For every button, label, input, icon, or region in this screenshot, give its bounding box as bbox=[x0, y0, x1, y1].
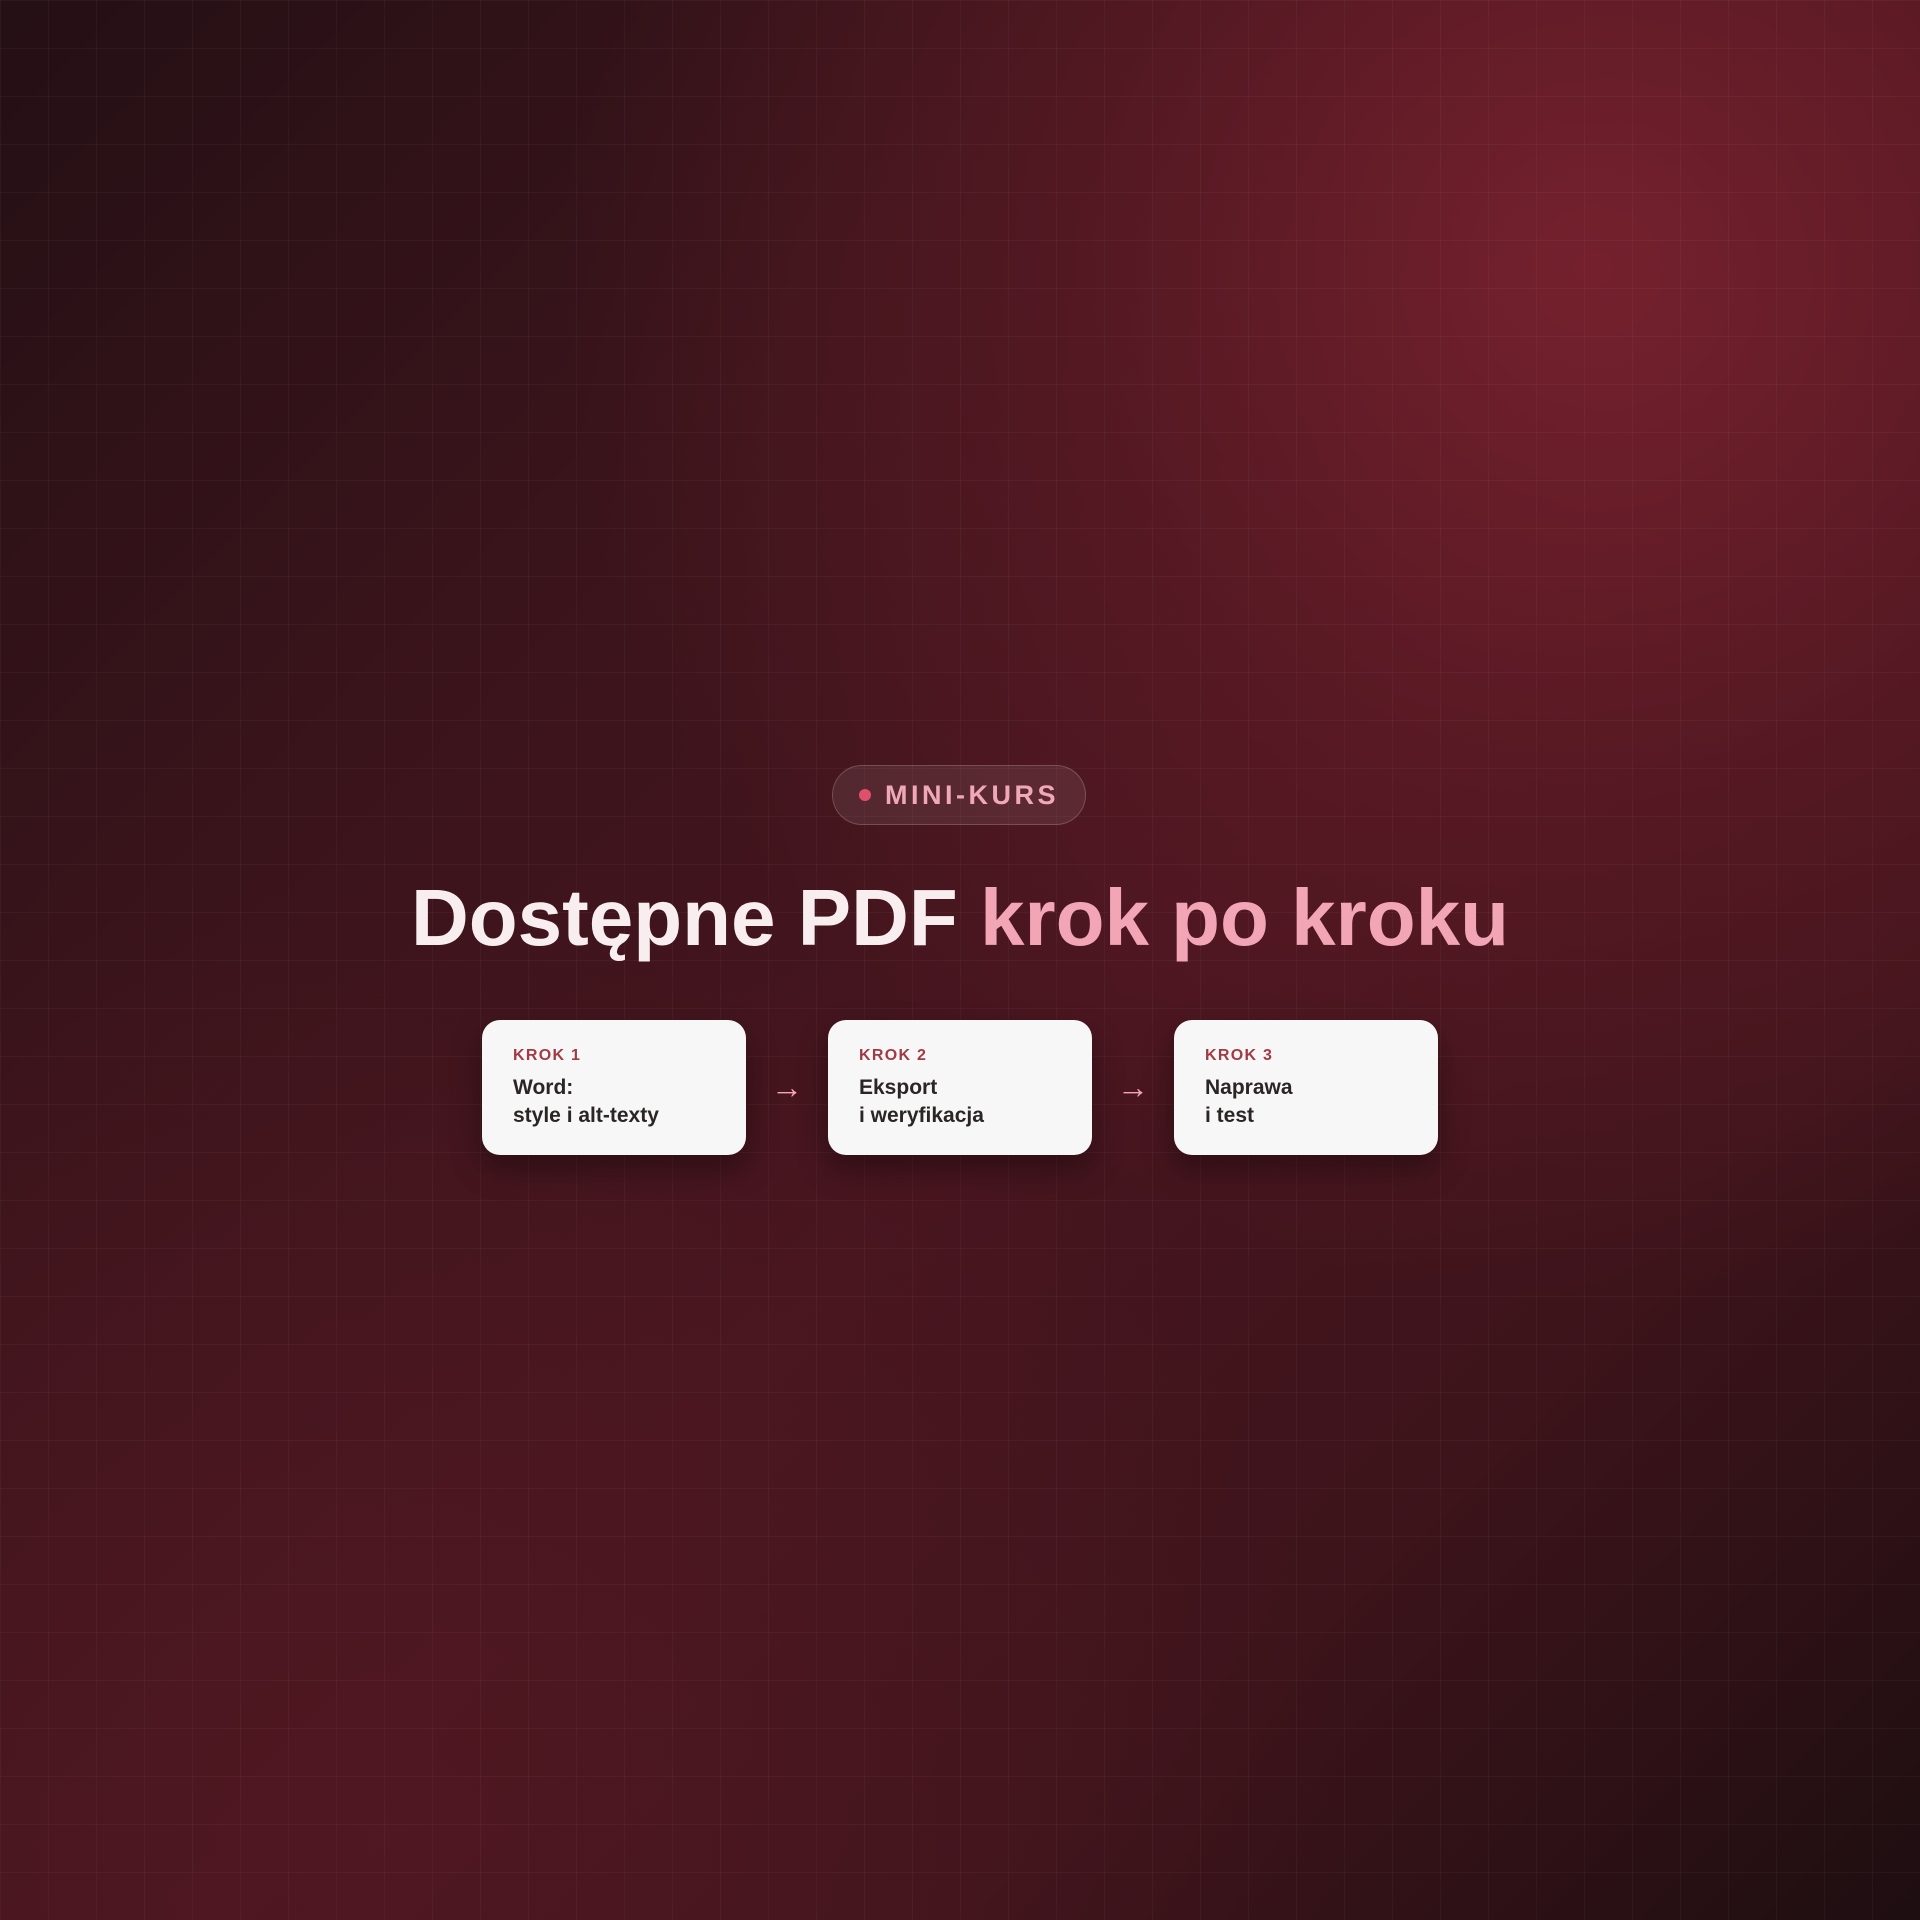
step-card-1: KROK 1 Word: style i alt-texty bbox=[482, 1020, 746, 1155]
step-number: KROK 2 bbox=[859, 1047, 928, 1064]
step-title-line-2: style i alt-texty bbox=[513, 1104, 659, 1127]
step-number: KROK 1 bbox=[513, 1047, 582, 1064]
step-title-line-1: Naprawa bbox=[1205, 1076, 1293, 1099]
page-title: Dostępne PDF krok po kroku bbox=[0, 872, 1920, 964]
step-title-line-1: Eksport bbox=[859, 1076, 938, 1099]
steps-row: KROK 1 Word: style i alt-texty → KROK 2 … bbox=[482, 1020, 1438, 1155]
step-card-3: KROK 3 Naprawa i test bbox=[1174, 1020, 1438, 1155]
arrow-right-icon: → bbox=[771, 1069, 803, 1105]
title-main: Dostępne PDF bbox=[411, 873, 958, 962]
badge-dot-icon bbox=[859, 789, 871, 801]
title-accent: krok po kroku bbox=[979, 873, 1509, 962]
step-title: Naprawa i test bbox=[1205, 1074, 1408, 1130]
arrow-right-icon: → bbox=[1117, 1069, 1149, 1105]
step-title-line-1: Word: bbox=[513, 1076, 574, 1099]
badge-label: MINI-KURS bbox=[885, 779, 1059, 810]
step-card-2: KROK 2 Eksport i weryfikacja bbox=[828, 1020, 1092, 1155]
step-number: KROK 3 bbox=[1205, 1047, 1274, 1064]
mini-course-badge: MINI-KURS bbox=[832, 765, 1086, 825]
step-title-line-2: i test bbox=[1205, 1104, 1255, 1127]
step-title: Word: style i alt-texty bbox=[513, 1074, 716, 1130]
step-title-line-2: i weryfikacja bbox=[859, 1104, 984, 1127]
step-title: Eksport i weryfikacja bbox=[859, 1074, 1062, 1130]
